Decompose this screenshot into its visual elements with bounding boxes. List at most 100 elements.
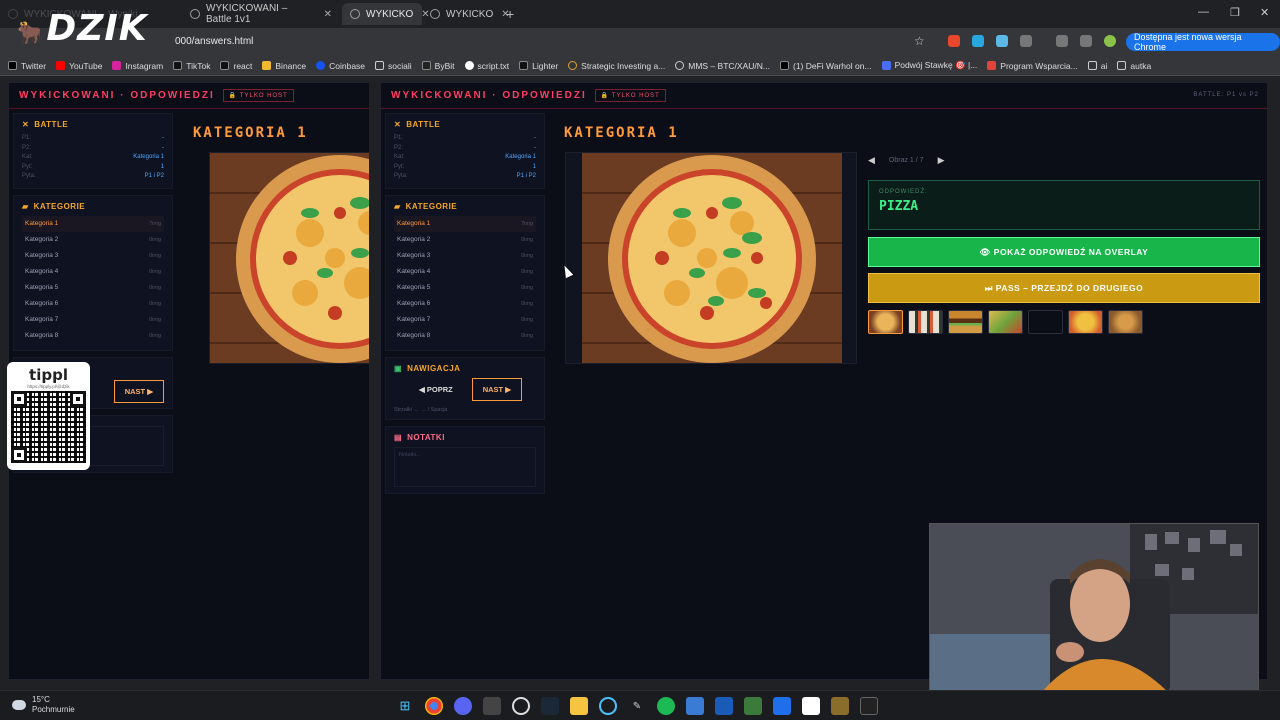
instagram-icon (112, 61, 122, 70)
show-answer-button[interactable]: 👁 POKAŻ ODPOWIEDŹ NA OVERLAY (868, 237, 1260, 267)
thumbnail-sushi[interactable] (908, 310, 943, 334)
bookmark-item[interactable]: script.txt (464, 61, 509, 71)
bookmarks-bar: Twitter YouTube Instagram TikTok react B… (0, 56, 1280, 76)
next-image-button[interactable]: ▶ (938, 155, 945, 166)
download-icon[interactable] (1056, 35, 1068, 47)
category-item[interactable]: Kategoria 1 7img (22, 215, 164, 232)
category-item[interactable]: Kategoria 5 0img (22, 280, 164, 296)
battle-tag: BATTLE: P1 vs P2 (1193, 92, 1259, 98)
category-item[interactable]: Kategoria 6 0img (394, 296, 536, 312)
bookmark-item[interactable]: Instagram (112, 61, 163, 71)
thumbnail-tacos[interactable] (988, 310, 1023, 334)
discord-icon[interactable] (454, 697, 472, 715)
prev-button[interactable]: ◀ POPRZ (408, 378, 464, 401)
app-icon[interactable] (483, 697, 501, 715)
pass-button[interactable]: ⏭ PASS – PRZEJDŹ DO DRUGIEGO (868, 273, 1260, 303)
thumbnail-fries[interactable] (1068, 310, 1103, 334)
windows-start-icon[interactable]: ⊞ (396, 697, 414, 715)
extension-icon[interactable] (948, 35, 960, 47)
close-window-icon[interactable]: ✕ (1260, 6, 1269, 19)
restore-icon[interactable]: ❐ (1230, 6, 1240, 19)
next-button[interactable]: NAST ▶ (113, 379, 164, 403)
spotify-icon[interactable] (657, 697, 675, 715)
thumbnail-dish[interactable] (1108, 310, 1143, 334)
category-item[interactable]: Kategoria 2 0img (22, 232, 164, 248)
steam-icon[interactable] (541, 697, 559, 715)
extension-icon[interactable] (996, 35, 1008, 47)
bookmark-item[interactable]: react (220, 61, 252, 71)
thumbnail-empty[interactable] (1028, 310, 1063, 334)
category-item[interactable]: Kategoria 3 0img (394, 248, 536, 264)
tool-icon[interactable]: ✎ (628, 697, 646, 715)
github-icon (464, 61, 474, 70)
obs-icon[interactable] (512, 697, 530, 715)
url-input[interactable]: 000/answers.html (175, 36, 253, 47)
bookmark-folder[interactable]: sociali (375, 61, 412, 71)
category-item[interactable]: Kategoria 1 7img (394, 215, 536, 232)
game-icon[interactable] (831, 697, 849, 715)
media-icon[interactable] (1080, 35, 1092, 47)
category-item[interactable]: Kategoria 7 0img (394, 312, 536, 328)
thumbnail-strip (868, 310, 1143, 334)
extension-icon[interactable] (972, 35, 984, 47)
bookmark-item[interactable]: ByBit (421, 61, 455, 71)
minecraft-icon[interactable] (744, 697, 762, 715)
swords-icon: ✕ (394, 120, 402, 129)
bookmark-item[interactable]: Lighter (519, 61, 558, 71)
bookmark-item[interactable]: Coinbase (316, 61, 365, 71)
bookmark-folder[interactable]: autka (1117, 61, 1151, 71)
category-item[interactable]: Kategoria 4 0img (394, 264, 536, 280)
bookmark-folder[interactable]: ai (1087, 61, 1107, 71)
category-item[interactable]: Kategoria 6 0img (22, 296, 164, 312)
category-item[interactable]: Kategoria 3 0img (22, 248, 164, 264)
category-title: KATEGORIA 1 (193, 125, 308, 141)
question-image (565, 152, 857, 364)
weather-widget[interactable]: 15°C Pochmurnie (12, 695, 75, 715)
bookmark-item[interactable]: Podwój Stawkę 🎯 |... (881, 60, 977, 71)
bookmark-item[interactable]: Binance (262, 61, 306, 71)
prev-image-button[interactable]: ◀ (868, 155, 875, 166)
close-tab-icon[interactable]: ✕ (324, 9, 332, 20)
chrome-update-button[interactable]: Dostępna jest nowa wersja Chrome (1126, 32, 1280, 52)
bookmark-item[interactable]: MMS – BTC/XAU/N... (675, 61, 770, 71)
thumbnail-burger[interactable] (948, 310, 983, 334)
tipply-qr-overlay: tippl https://tipply.pl/@dzik (7, 362, 90, 470)
notepad-icon[interactable] (802, 697, 820, 715)
category-item[interactable]: Kategoria 2 0img (394, 232, 536, 248)
category-item[interactable]: Kategoria 4 0img (22, 264, 164, 280)
thumbnail-pizza[interactable] (868, 310, 903, 334)
edge-icon[interactable] (599, 697, 617, 715)
notes-textarea[interactable]: Notatki... (394, 446, 536, 487)
category-item[interactable]: Kategoria 7 0img (22, 312, 164, 328)
app-icon[interactable] (686, 697, 704, 715)
bookmark-item[interactable]: Twitter (8, 61, 46, 71)
discord-icon (881, 61, 891, 70)
category-item[interactable]: Kategoria 5 0img (394, 280, 536, 296)
avatar[interactable] (1104, 35, 1116, 47)
tab-battle[interactable]: WYKICKOWANI – Battle 1v1 ✕ (182, 3, 340, 25)
tab-overlay[interactable]: WYKICKO ✕ (422, 3, 510, 25)
category-item[interactable]: Kategoria 8 0img (22, 328, 164, 344)
minimize-icon[interactable]: — (1198, 6, 1209, 18)
category-item[interactable]: Kategoria 8 0img (394, 328, 536, 344)
x-icon (8, 61, 17, 70)
app-icon[interactable] (715, 697, 733, 715)
chrome-icon[interactable] (425, 697, 443, 715)
bookmark-star-icon[interactable]: ☆ (914, 34, 925, 48)
bookmark-item[interactable]: Program Wsparcia... (987, 61, 1078, 71)
puzzle-icon[interactable] (1020, 35, 1032, 47)
tab-answers[interactable]: WYKICKO ✕ (342, 3, 430, 25)
bookmark-item[interactable]: Strategic Investing a... (568, 61, 665, 71)
next-button[interactable]: NAST ▶ (471, 377, 522, 401)
bookmark-item[interactable]: (1) DeFi Warhol on... (779, 61, 872, 71)
globe-icon (675, 61, 685, 70)
new-tab-button[interactable]: + (506, 6, 514, 22)
answer-label: ODPOWIEDŹ: (879, 189, 928, 195)
terminal-icon[interactable] (860, 697, 878, 715)
pizza-image (566, 153, 856, 363)
folder-icon[interactable] (570, 697, 588, 715)
app-icon[interactable] (773, 697, 791, 715)
bookmark-item[interactable]: YouTube (56, 61, 102, 71)
keyboard-hint: Strzałki ← → / Spacja (394, 406, 448, 413)
bookmark-item[interactable]: TikTok (173, 61, 210, 71)
